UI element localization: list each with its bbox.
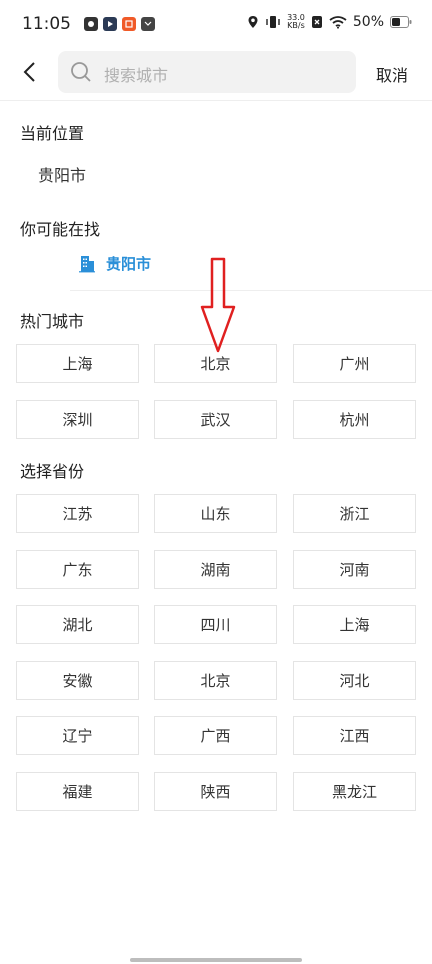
province-button[interactable]: 广西 [154,716,277,755]
province-button[interactable]: 山东 [154,494,277,533]
orange-app-icon [122,17,136,31]
province-button[interactable]: 湖北 [16,605,139,644]
hot-city-button[interactable]: 广州 [293,344,416,383]
hot-city-button[interactable]: 武汉 [154,400,277,439]
suggestion-title: 你可能在找 [20,220,101,239]
province-button[interactable]: 江西 [293,716,416,755]
province-button[interactable]: 安徽 [16,661,139,700]
province-button[interactable]: 江苏 [16,494,139,533]
province-button[interactable]: 河北 [293,661,416,700]
building-icon [79,255,95,272]
mail-app-icon [141,17,155,31]
province-button[interactable]: 河南 [293,550,416,589]
vibrate-icon [266,16,280,28]
suggestion-divider [70,290,432,291]
province-button[interactable]: 黑龙江 [293,772,416,811]
hot-city-button[interactable]: 杭州 [293,400,416,439]
system-icons: 33.0 KB/s 50% [247,14,412,30]
notification-icons [84,17,155,31]
province-button[interactable]: 北京 [154,661,277,700]
search-header: 搜索城市 取消 [0,50,432,100]
current-city[interactable]: 贵阳市 [38,162,86,186]
current-location-title: 当前位置 [20,124,85,143]
search-input[interactable]: 搜索城市 [58,51,356,93]
status-bar: 11:05 33.0 KB/s 50% [0,0,432,50]
home-indicator[interactable] [130,958,302,962]
wifi-icon [329,16,347,29]
provinces-title: 选择省份 [20,462,85,481]
province-button[interactable]: 上海 [293,605,416,644]
location-icon [248,16,258,28]
suggestion-item[interactable]: 贵阳市 [78,253,151,274]
no-sim-icon [311,16,322,28]
province-button[interactable]: 四川 [154,605,277,644]
network-speed-unit: KB/s [287,21,305,30]
back-button[interactable] [18,60,42,84]
app-notification-icon [84,17,98,31]
chevron-left-icon [23,62,35,82]
hot-cities-title: 热门城市 [20,312,85,331]
province-button[interactable]: 福建 [16,772,139,811]
annotation-arrow-down-icon [200,257,236,353]
hot-city-button[interactable]: 深圳 [16,400,139,439]
province-button[interactable]: 陕西 [154,772,277,811]
play-app-icon [103,17,117,31]
hot-city-button[interactable]: 上海 [16,344,139,383]
search-icon [71,62,91,82]
province-button[interactable]: 广东 [16,550,139,589]
header-divider [0,100,432,101]
battery-icon [390,16,412,28]
cancel-button[interactable]: 取消 [376,62,408,86]
province-button[interactable]: 辽宁 [16,716,139,755]
search-placeholder: 搜索城市 [104,66,169,85]
province-button[interactable]: 浙江 [293,494,416,533]
suggestion-city: 贵阳市 [106,255,152,273]
network-speed: 33.0 KB/s [287,14,305,30]
battery-percentage: 50% [352,14,384,30]
status-time: 11:05 [22,14,71,34]
province-button[interactable]: 湖南 [154,550,277,589]
